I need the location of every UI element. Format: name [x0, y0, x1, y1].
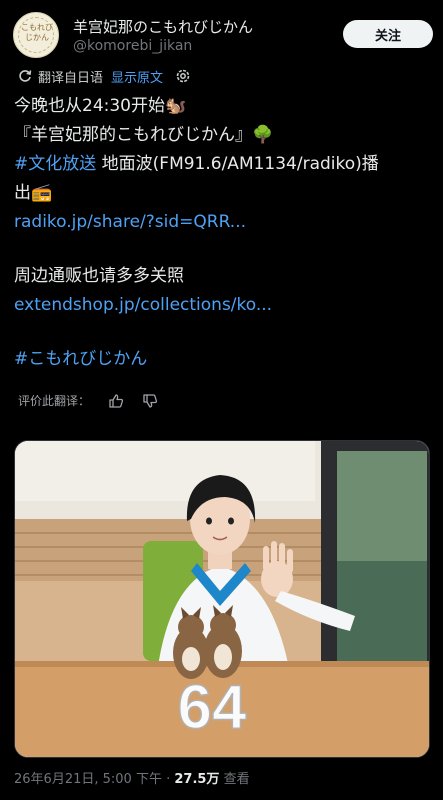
post-photo[interactable]: 64	[14, 440, 430, 758]
follow-button[interactable]: 关注	[343, 20, 433, 48]
radiko-link[interactable]: radiko.jp/share/?sid=QRR...	[14, 208, 434, 237]
hashtag-bunka-hoso[interactable]: #文化放送	[14, 154, 96, 174]
post-timestamp[interactable]: 26年6月21日, 5:00 下午	[14, 772, 162, 787]
view-count: 27.5万	[174, 772, 220, 787]
photo-scene: 64	[15, 441, 429, 757]
thumbs-up-icon[interactable]	[108, 393, 124, 409]
post-line-3: #文化放送 地面波(FM91.6/AM1134/radiko)播	[14, 150, 434, 179]
number-sign: 64	[178, 673, 247, 742]
avatar-logo-text: こもれびじかん	[21, 23, 53, 42]
post-line-2: 『羊宫妃那的こもれびじかん』🌳	[14, 125, 274, 145]
post-line-1: 今晚也从24:30开始🐿️	[14, 96, 187, 116]
post-text: 今晚也从24:30开始🐿️ 『羊宫妃那的こもれびじかん』🌳 #文化放送 地面波(…	[14, 92, 434, 374]
rate-translation-label: 评价此翻译：	[18, 394, 91, 408]
avatar[interactable]: こもれびじかん	[13, 12, 59, 58]
post-line-4: 出📻	[14, 183, 53, 203]
author-name[interactable]: 羊宫妃那のこもれびじかん	[73, 16, 253, 37]
author-handle[interactable]: @komorebi_jikan	[73, 38, 192, 54]
show-original-link[interactable]: 显示原文	[111, 67, 163, 86]
gear-icon[interactable]	[175, 68, 191, 84]
extendshop-link[interactable]: extendshop.jp/collections/ko...	[14, 291, 434, 320]
hashtag-komorebijikan[interactable]: #こもれびじかん	[14, 345, 434, 374]
post-line-5: 周边通贩也请多多关照	[14, 266, 184, 286]
post-line-3-text: 地面波(FM91.6/AM1134/radiko)播	[96, 154, 379, 174]
translation-bar: 翻译自日语 显示原文	[18, 66, 191, 86]
rate-translation: 评价此翻译：	[18, 392, 158, 409]
meta-separator: ·	[161, 772, 175, 787]
post-meta: 26年6月21日, 5:00 下午 · 27.5万 查看	[14, 768, 250, 787]
translate-icon	[19, 70, 32, 82]
views-label: 查看	[219, 772, 250, 787]
post-header: こもれびじかん 羊宫妃那のこもれびじかん @komorebi_jikan 关注	[13, 10, 433, 62]
translated-from-label: 翻译自日语	[38, 70, 104, 86]
thumbs-down-icon[interactable]	[142, 393, 158, 409]
